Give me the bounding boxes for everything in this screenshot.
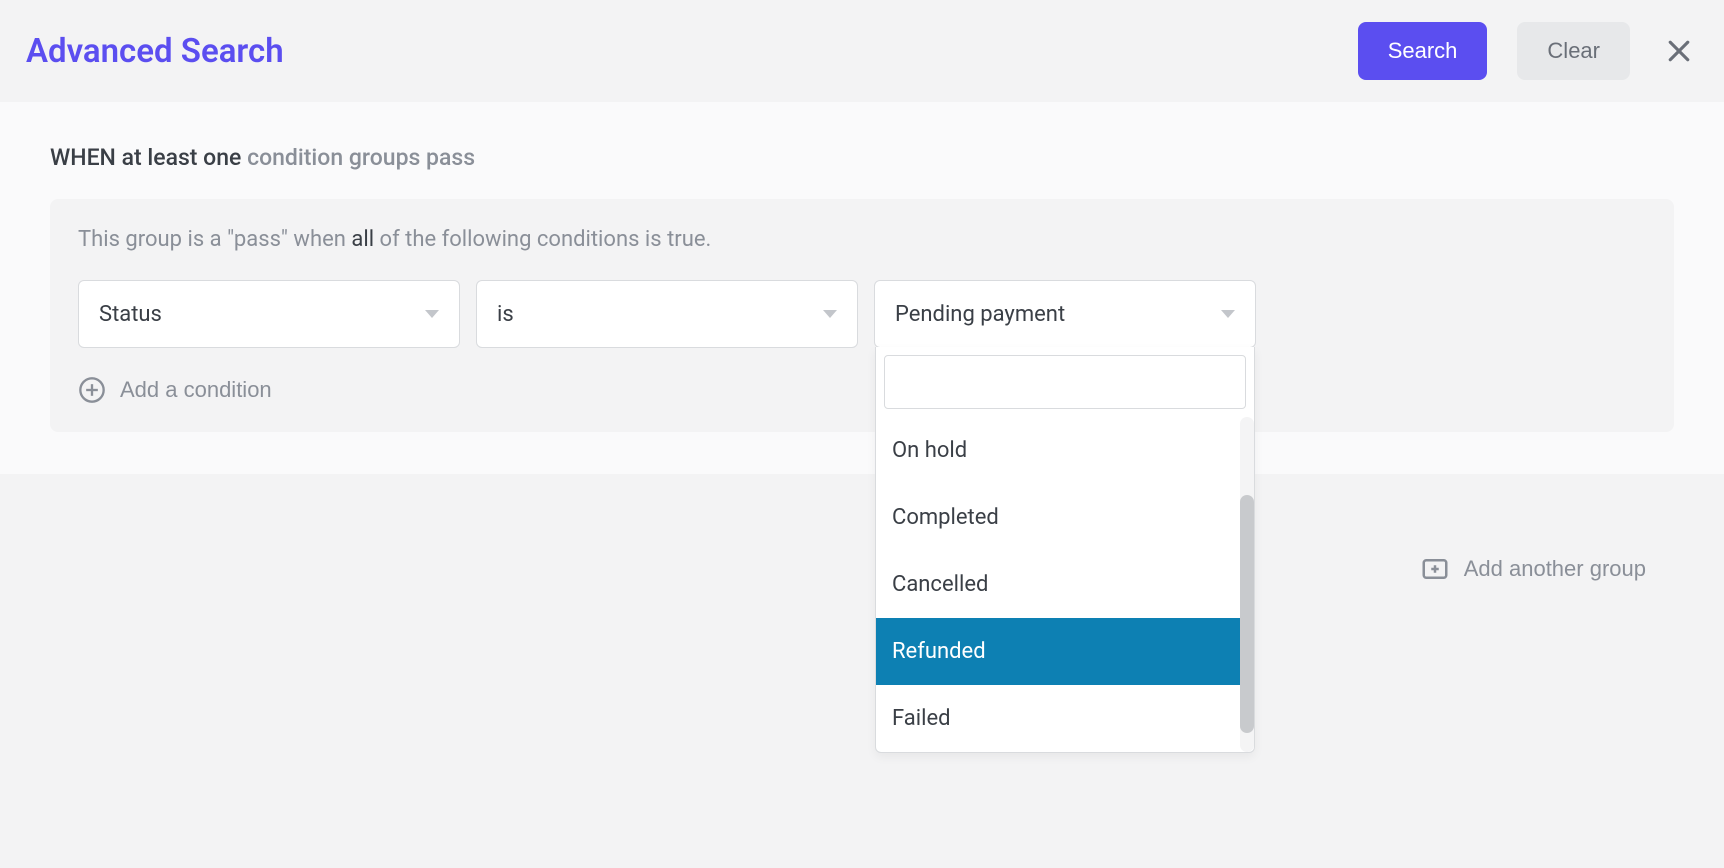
scrollbar-thumb[interactable]: [1240, 495, 1254, 733]
rule-heading: WHEN at least one condition groups pass: [50, 144, 1674, 171]
rule-suffix: condition groups pass: [247, 144, 475, 171]
comparator-select-value: is: [497, 302, 823, 327]
dropdown-option[interactable]: Cancelled: [876, 551, 1254, 618]
group-desc-suffix: of the following conditions is true.: [380, 227, 712, 252]
add-condition-button[interactable]: Add a condition: [78, 376, 272, 404]
page-title: Advanced Search: [26, 32, 1358, 71]
dropdown-search-wrap: [876, 347, 1254, 417]
add-group-button[interactable]: Add another group: [1420, 554, 1646, 584]
close-icon: [1664, 36, 1694, 66]
chevron-down-icon: [425, 310, 439, 318]
condition-group: This group is a "pass" when all of the f…: [50, 199, 1674, 432]
field-select[interactable]: Status: [78, 280, 460, 348]
condition-row: Status is Pending payment On hold Comple…: [78, 280, 1646, 348]
header: Advanced Search Search Clear: [0, 0, 1724, 102]
header-actions: Search Clear: [1358, 22, 1698, 80]
search-button[interactable]: Search: [1358, 22, 1488, 80]
field-select-value: Status: [99, 302, 425, 327]
dropdown-option[interactable]: Failed: [876, 685, 1254, 752]
plus-circle-icon: [78, 376, 106, 404]
rule-prefix: WHEN: [50, 144, 116, 171]
add-group-label: Add another group: [1464, 556, 1646, 582]
group-desc-prefix: This group is a "pass" when: [78, 227, 346, 252]
group-desc-operator[interactable]: all: [351, 227, 374, 252]
chevron-down-icon: [823, 310, 837, 318]
group-actions-row: Add a condition: [78, 376, 1646, 404]
dropdown-list: On hold Completed Cancelled Refunded Fai…: [876, 417, 1254, 752]
dropdown-option[interactable]: On hold: [876, 417, 1254, 484]
value-select-value: Pending payment: [895, 302, 1221, 327]
add-condition-label: Add a condition: [120, 377, 272, 403]
plus-folder-icon: [1420, 554, 1450, 584]
comparator-select[interactable]: is: [476, 280, 858, 348]
rule-operator[interactable]: at least one: [122, 144, 242, 171]
dropdown-option-highlighted[interactable]: Refunded: [876, 618, 1254, 685]
close-button[interactable]: [1660, 32, 1698, 70]
dropdown-search-input[interactable]: [884, 355, 1246, 409]
clear-button[interactable]: Clear: [1517, 22, 1630, 80]
content: WHEN at least one condition groups pass …: [0, 102, 1724, 474]
value-dropdown-panel: On hold Completed Cancelled Refunded Fai…: [875, 347, 1255, 753]
group-description: This group is a "pass" when all of the f…: [78, 227, 1646, 252]
dropdown-option[interactable]: Completed: [876, 484, 1254, 551]
chevron-down-icon: [1221, 310, 1235, 318]
value-select[interactable]: Pending payment On hold Completed Cancel…: [874, 280, 1256, 348]
